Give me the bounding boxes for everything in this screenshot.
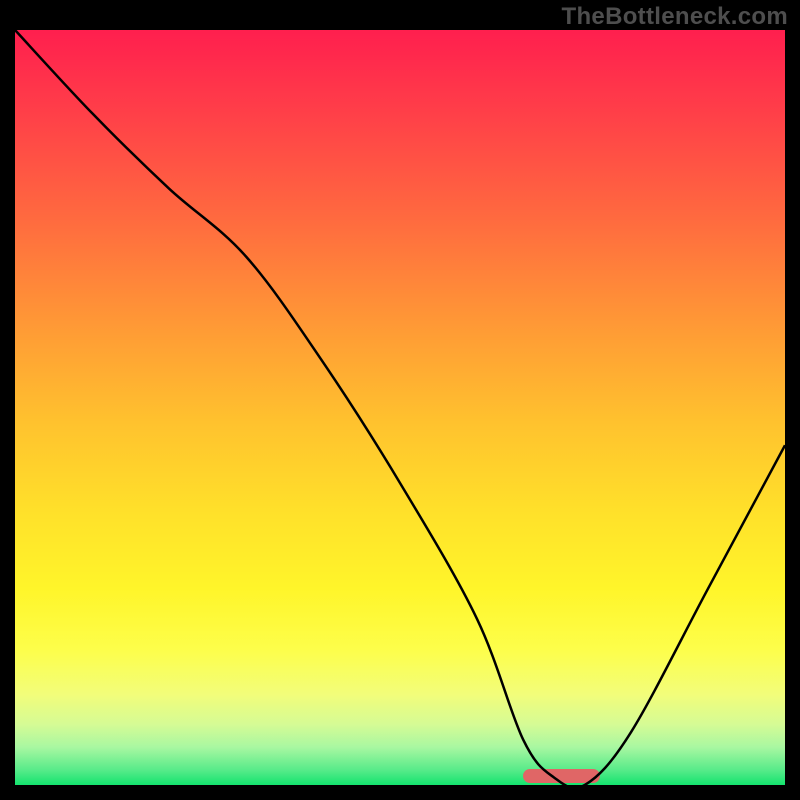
bottleneck-curve [15, 30, 785, 785]
watermark-text: TheBottleneck.com [562, 3, 788, 31]
plot-area [15, 30, 785, 785]
chart-stage: TheBottleneck.com [0, 0, 800, 800]
curve-path [15, 30, 785, 788]
